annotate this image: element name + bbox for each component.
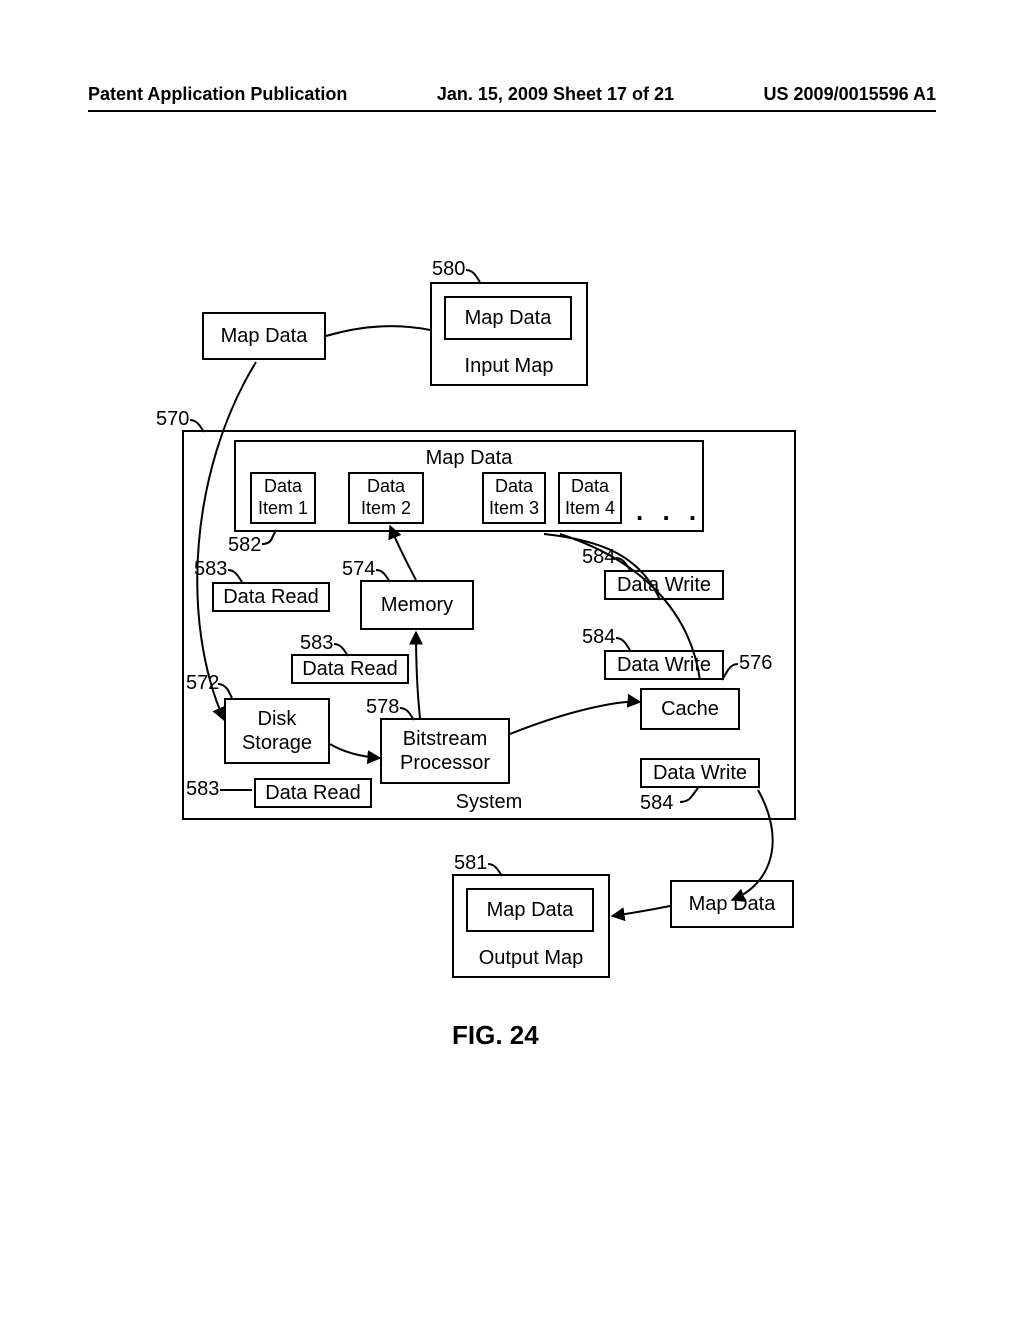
arrows-layer [0, 0, 1024, 1320]
diagram-canvas: Input Map Map Data Map Data 580 570 Syst… [0, 0, 1024, 1320]
